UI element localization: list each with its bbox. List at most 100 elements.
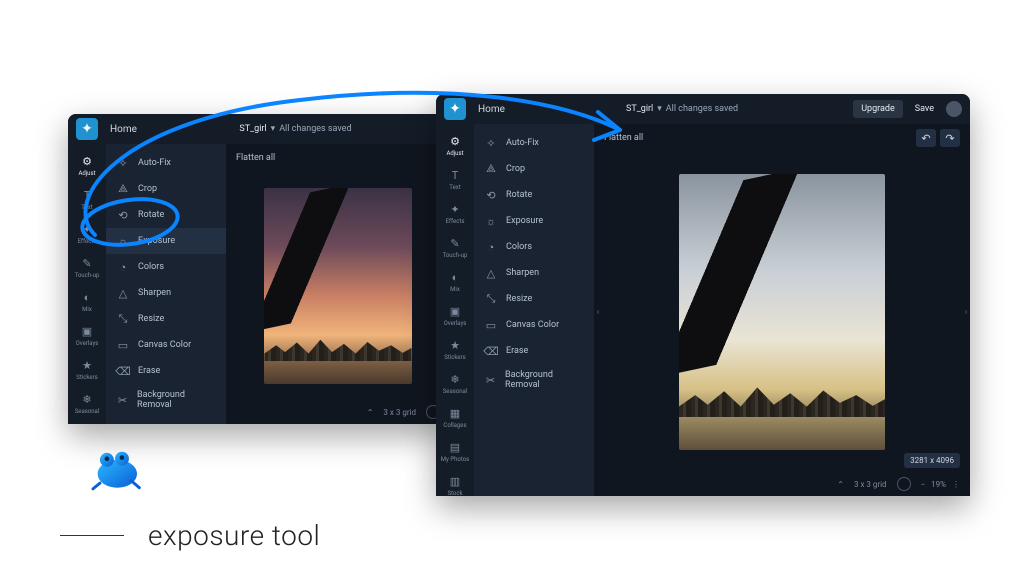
caption: exposure tool: [60, 519, 320, 552]
stock-icon: ▥: [448, 474, 462, 488]
canvas-area: Flatten all ⌃ 3 x 3 grid: [226, 144, 450, 424]
canvas[interactable]: ‹ ›: [594, 152, 970, 472]
tool-crop[interactable]: ⟁Crop: [106, 176, 226, 202]
crop-icon: ⟁: [484, 162, 498, 176]
tool-auto-fix[interactable]: ✧Auto-Fix: [106, 150, 226, 176]
tool-resize[interactable]: ⤡Resize: [474, 286, 594, 312]
caret-up-icon[interactable]: ⌃: [837, 480, 844, 489]
tool-erase[interactable]: ⌫Erase: [106, 358, 226, 384]
rail-text[interactable]: TText: [70, 184, 104, 215]
tool-background-removal[interactable]: ✂Background Removal: [474, 364, 594, 396]
overlays-icon: ▣: [448, 304, 462, 318]
home-button[interactable]: Home: [472, 101, 511, 118]
rail-adjust[interactable]: ⚙Adjust: [438, 130, 472, 161]
touch-up-icon: ✎: [80, 256, 94, 270]
rail-seasonal[interactable]: ❄Seasonal: [438, 368, 472, 399]
rail-touch-up[interactable]: ✎Touch-up: [70, 252, 104, 283]
collapse-left-icon[interactable]: ‹: [594, 302, 602, 322]
erase-icon: ⌫: [484, 344, 498, 358]
touch-up-icon: ✎: [448, 236, 462, 250]
chevron-down-icon[interactable]: ▾: [657, 104, 662, 114]
rail-mix[interactable]: ◐Mix: [70, 286, 104, 317]
colors-icon: ◔: [116, 260, 130, 274]
rail-seasonal[interactable]: ❄Seasonal: [70, 388, 104, 419]
rail-adjust[interactable]: ⚙Adjust: [70, 150, 104, 181]
app-logo[interactable]: ✦: [444, 98, 466, 120]
center-view-button[interactable]: [897, 477, 911, 491]
rail-stock[interactable]: ▥Stock: [438, 470, 472, 496]
rotate-icon: ⟲: [484, 188, 498, 202]
rail-mix[interactable]: ◐Mix: [438, 266, 472, 297]
text-icon: T: [80, 188, 94, 202]
rail-effects[interactable]: ✦Effects: [70, 218, 104, 249]
tool-colors[interactable]: ◔Colors: [474, 234, 594, 260]
overlays-icon: ▣: [80, 324, 94, 338]
mix-icon: ◐: [448, 270, 462, 284]
rotate-icon: ⟲: [116, 208, 130, 222]
tool-colors[interactable]: ◔Colors: [106, 254, 226, 280]
save-button[interactable]: Save: [909, 100, 940, 118]
effects-icon: ✦: [448, 202, 462, 216]
tool-crop[interactable]: ⟁Crop: [474, 156, 594, 182]
tool-sharpen[interactable]: △Sharpen: [106, 280, 226, 306]
rail-my-photos[interactable]: ▤My Photos: [438, 436, 472, 467]
tool-erase[interactable]: ⌫Erase: [474, 338, 594, 364]
save-status: All changes saved: [666, 104, 738, 114]
save-status: All changes saved: [279, 124, 351, 134]
tool-sharpen[interactable]: △Sharpen: [474, 260, 594, 286]
tool-exposure[interactable]: ☼Exposure: [474, 208, 594, 234]
crop-icon: ⟁: [116, 182, 130, 196]
editor-window-before: ✦ Home ST_girl ▾ All changes saved ⚙Adju…: [68, 114, 450, 424]
upgrade-button[interactable]: Upgrade: [853, 100, 903, 118]
home-button[interactable]: Home: [104, 121, 143, 138]
rail-effects[interactable]: ✦Effects: [438, 198, 472, 229]
canvas[interactable]: [226, 172, 450, 400]
app-logo[interactable]: ✦: [76, 118, 98, 140]
tool-canvas-color[interactable]: ▭Canvas Color: [474, 312, 594, 338]
grid-select[interactable]: 3 x 3 grid: [383, 408, 416, 417]
caption-rule: [60, 535, 124, 536]
stickers-icon: ★: [448, 338, 462, 352]
document-title-area: ST_girl ▾ All changes saved: [517, 104, 847, 114]
tool-auto-fix[interactable]: ✧Auto-Fix: [474, 130, 594, 156]
chevron-down-icon[interactable]: ▾: [271, 124, 276, 134]
flatten-all-button[interactable]: Flatten all: [604, 133, 643, 143]
background-removal-icon: ✂: [116, 393, 129, 407]
canvas-color-icon: ▭: [484, 318, 498, 332]
rail-collages[interactable]: ▦Collages: [438, 402, 472, 433]
text-icon: T: [448, 168, 462, 182]
flatten-all-button[interactable]: Flatten all: [236, 153, 275, 163]
sharpen-icon: △: [484, 266, 498, 280]
tool-exposure[interactable]: ☼Exposure: [106, 228, 226, 254]
grid-select[interactable]: 3 x 3 grid: [854, 480, 887, 489]
rail-text[interactable]: TText: [438, 164, 472, 195]
tool-canvas-color[interactable]: ▭Canvas Color: [106, 332, 226, 358]
canvas-area: Flatten all ↶ ↷ ‹ › 3281 x 4096 ⌃: [594, 124, 970, 496]
rail-collages[interactable]: ▦Collages: [70, 422, 104, 424]
tool-rotate[interactable]: ⟲Rotate: [106, 202, 226, 228]
rail-overlays[interactable]: ▣Overlays: [438, 300, 472, 331]
left-rail: ⚙AdjustTText✦Effects✎Touch-up◐Mix▣Overla…: [436, 124, 474, 496]
seasonal-icon: ❄: [80, 392, 94, 406]
zoom-menu-icon[interactable]: ⋮: [952, 480, 960, 489]
avatar[interactable]: [946, 101, 962, 117]
tool-resize[interactable]: ⤡Resize: [106, 306, 226, 332]
rail-stickers[interactable]: ★Stickers: [438, 334, 472, 365]
collapse-right-icon[interactable]: ›: [962, 302, 970, 322]
undo-button[interactable]: ↶: [916, 129, 936, 147]
zoom-out-button[interactable]: −: [921, 480, 926, 489]
adjust-icon: ⚙: [80, 154, 94, 168]
adjust-icon: ⚙: [448, 134, 462, 148]
background-removal-icon: ✂: [484, 373, 497, 387]
rail-stickers[interactable]: ★Stickers: [70, 354, 104, 385]
tool-background-removal[interactable]: ✂Background Removal: [106, 384, 226, 416]
tool-rotate[interactable]: ⟲Rotate: [474, 182, 594, 208]
caret-up-icon[interactable]: ⌃: [367, 408, 374, 417]
rail-overlays[interactable]: ▣Overlays: [70, 320, 104, 351]
redo-button[interactable]: ↷: [940, 129, 960, 147]
filename-label[interactable]: ST_girl: [239, 124, 266, 134]
rail-touch-up[interactable]: ✎Touch-up: [438, 232, 472, 263]
photo-before: [264, 188, 411, 384]
erase-icon: ⌫: [116, 364, 130, 378]
filename-label[interactable]: ST_girl: [626, 104, 653, 114]
